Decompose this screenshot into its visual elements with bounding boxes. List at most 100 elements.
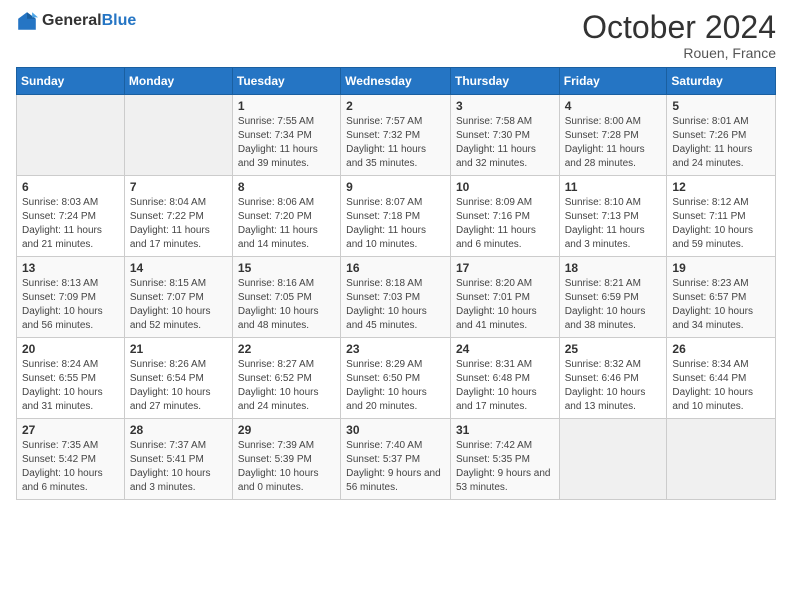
table-row: 4 Sunrise: 8:00 AMSunset: 7:28 PMDaylight… — [559, 95, 667, 176]
week-row-2: 6Sunrise: 8:03 AMSunset: 7:24 PMDaylight… — [17, 176, 776, 257]
table-row: 13Sunrise: 8:13 AMSunset: 7:09 PMDayligh… — [17, 257, 125, 338]
table-row: 19 Sunrise: 8:23 AMSunset: 6:57 PMDayligh… — [667, 257, 776, 338]
day-info: Sunrise: 7:57 AMSunset: 7:32 PMDaylight:… — [346, 115, 445, 171]
day-number: 19 — [672, 261, 770, 275]
day-info: Sunrise: 8:23 AMSunset: 6:57 PMDaylight:… — [672, 277, 770, 333]
table-row — [559, 419, 667, 500]
calendar-page: General Blue October 2024 Rouen, France … — [0, 0, 792, 612]
table-row: 25 Sunrise: 8:32 AMSunset: 6:46 PMDayligh… — [559, 338, 667, 419]
weekday-header-row: Sunday Monday Tuesday Wednesday Thursday… — [17, 68, 776, 95]
day-number: 31 — [456, 423, 554, 437]
day-number: 27 — [22, 423, 119, 437]
day-info: Sunrise: 8:21 AMSunset: 6:59 PMDaylight:… — [565, 277, 662, 333]
table-row: 2 Sunrise: 7:57 AMSunset: 7:32 PMDaylight… — [341, 95, 451, 176]
logo-blue: Blue — [102, 12, 137, 30]
table-row: 17 Sunrise: 8:20 AMSunset: 7:01 PMDayligh… — [450, 257, 559, 338]
calendar-table: Sunday Monday Tuesday Wednesday Thursday… — [16, 67, 776, 500]
table-row — [667, 419, 776, 500]
day-info: Sunrise: 8:27 AMSunset: 6:52 PMDaylight:… — [238, 358, 335, 414]
header-saturday: Saturday — [667, 68, 776, 95]
table-row: 8 Sunrise: 8:06 AMSunset: 7:20 PMDaylight… — [232, 176, 340, 257]
table-row: 23Sunrise: 8:29 AMSunset: 6:50 PMDayligh… — [341, 338, 451, 419]
day-number: 7 — [130, 180, 227, 194]
table-row: 20Sunrise: 8:24 AMSunset: 6:55 PMDayligh… — [17, 338, 125, 419]
table-row: 15 Sunrise: 8:16 AMSunset: 7:05 PMDayligh… — [232, 257, 340, 338]
day-number: 4 — [565, 99, 662, 113]
table-row: 31 Sunrise: 7:42 AMSunset: 5:35 PMDayligh… — [450, 419, 559, 500]
day-number: 18 — [565, 261, 662, 275]
week-row-3: 13Sunrise: 8:13 AMSunset: 7:09 PMDayligh… — [17, 257, 776, 338]
table-row: 28Sunrise: 7:37 AMSunset: 5:41 PMDayligh… — [124, 419, 232, 500]
title-section: October 2024 Rouen, France — [582, 10, 776, 61]
week-row-1: 1Sunrise: 7:55 AMSunset: 7:34 PMDaylight… — [17, 95, 776, 176]
day-info: Sunrise: 8:18 AMSunset: 7:03 PMDaylight:… — [346, 277, 445, 333]
page-header: General Blue October 2024 Rouen, France — [16, 10, 776, 61]
table-row: 3 Sunrise: 7:58 AMSunset: 7:30 PMDaylight… — [450, 95, 559, 176]
table-row: 1Sunrise: 7:55 AMSunset: 7:34 PMDaylight… — [232, 95, 340, 176]
day-info: Sunrise: 8:00 AMSunset: 7:28 PMDaylight:… — [565, 115, 662, 171]
day-info: Sunrise: 8:04 AMSunset: 7:22 PMDaylight:… — [130, 196, 227, 252]
day-info: Sunrise: 8:16 AMSunset: 7:05 PMDaylight:… — [238, 277, 335, 333]
table-row — [124, 95, 232, 176]
table-row: 21 Sunrise: 8:26 AMSunset: 6:54 PMDayligh… — [124, 338, 232, 419]
day-number: 30 — [346, 423, 445, 437]
day-info: Sunrise: 8:09 AMSunset: 7:16 PMDaylight:… — [456, 196, 554, 252]
day-number: 13 — [22, 261, 119, 275]
day-info: Sunrise: 7:40 AMSunset: 5:37 PMDaylight:… — [346, 439, 445, 495]
table-row: 22 Sunrise: 8:27 AMSunset: 6:52 PMDayligh… — [232, 338, 340, 419]
location-subtitle: Rouen, France — [582, 45, 776, 61]
table-row: 12 Sunrise: 8:12 AMSunset: 7:11 PMDayligh… — [667, 176, 776, 257]
day-number: 16 — [346, 261, 445, 275]
table-row: 29 Sunrise: 7:39 AMSunset: 5:39 PMDayligh… — [232, 419, 340, 500]
day-number: 22 — [238, 342, 335, 356]
month-title: October 2024 — [582, 10, 776, 45]
header-tuesday: Tuesday — [232, 68, 340, 95]
day-number: 12 — [672, 180, 770, 194]
day-number: 17 — [456, 261, 554, 275]
day-info: Sunrise: 8:20 AMSunset: 7:01 PMDaylight:… — [456, 277, 554, 333]
day-info: Sunrise: 8:12 AMSunset: 7:11 PMDaylight:… — [672, 196, 770, 252]
table-row: 18 Sunrise: 8:21 AMSunset: 6:59 PMDayligh… — [559, 257, 667, 338]
table-row — [17, 95, 125, 176]
day-number: 11 — [565, 180, 662, 194]
table-row: 26Sunrise: 8:34 AMSunset: 6:44 PMDayligh… — [667, 338, 776, 419]
day-number: 20 — [22, 342, 119, 356]
day-number: 25 — [565, 342, 662, 356]
table-row: 10 Sunrise: 8:09 AMSunset: 7:16 PMDayligh… — [450, 176, 559, 257]
day-info: Sunrise: 8:26 AMSunset: 6:54 PMDaylight:… — [130, 358, 227, 414]
day-info: Sunrise: 8:06 AMSunset: 7:20 PMDaylight:… — [238, 196, 335, 252]
day-info: Sunrise: 8:07 AMSunset: 7:18 PMDaylight:… — [346, 196, 445, 252]
day-info: Sunrise: 8:10 AMSunset: 7:13 PMDaylight:… — [565, 196, 662, 252]
day-info: Sunrise: 8:15 AMSunset: 7:07 PMDaylight:… — [130, 277, 227, 333]
table-row: 30 Sunrise: 7:40 AMSunset: 5:37 PMDayligh… — [341, 419, 451, 500]
table-row: 27Sunrise: 7:35 AMSunset: 5:42 PMDayligh… — [17, 419, 125, 500]
day-info: Sunrise: 7:37 AMSunset: 5:41 PMDaylight:… — [130, 439, 227, 495]
day-number: 26 — [672, 342, 770, 356]
day-number: 3 — [456, 99, 554, 113]
day-number: 15 — [238, 261, 335, 275]
table-row: 7 Sunrise: 8:04 AMSunset: 7:22 PMDaylight… — [124, 176, 232, 257]
logo-general: General — [42, 12, 102, 30]
header-monday: Monday — [124, 68, 232, 95]
day-number: 2 — [346, 99, 445, 113]
day-number: 23 — [346, 342, 445, 356]
day-number: 29 — [238, 423, 335, 437]
day-info: Sunrise: 8:31 AMSunset: 6:48 PMDaylight:… — [456, 358, 554, 414]
day-number: 10 — [456, 180, 554, 194]
day-info: Sunrise: 7:39 AMSunset: 5:39 PMDaylight:… — [238, 439, 335, 495]
table-row: 14Sunrise: 8:15 AMSunset: 7:07 PMDayligh… — [124, 257, 232, 338]
day-info: Sunrise: 7:42 AMSunset: 5:35 PMDaylight:… — [456, 439, 554, 495]
day-info: Sunrise: 8:32 AMSunset: 6:46 PMDaylight:… — [565, 358, 662, 414]
day-info: Sunrise: 8:01 AMSunset: 7:26 PMDaylight:… — [672, 115, 770, 171]
table-row: 5 Sunrise: 8:01 AMSunset: 7:26 PMDaylight… — [667, 95, 776, 176]
day-number: 21 — [130, 342, 227, 356]
day-number: 6 — [22, 180, 119, 194]
logo-text: General Blue — [42, 12, 136, 30]
day-number: 8 — [238, 180, 335, 194]
week-row-4: 20Sunrise: 8:24 AMSunset: 6:55 PMDayligh… — [17, 338, 776, 419]
logo: General Blue — [16, 10, 136, 32]
week-row-5: 27Sunrise: 7:35 AMSunset: 5:42 PMDayligh… — [17, 419, 776, 500]
day-info: Sunrise: 7:55 AMSunset: 7:34 PMDaylight:… — [238, 115, 335, 171]
day-info: Sunrise: 7:58 AMSunset: 7:30 PMDaylight:… — [456, 115, 554, 171]
day-number: 5 — [672, 99, 770, 113]
